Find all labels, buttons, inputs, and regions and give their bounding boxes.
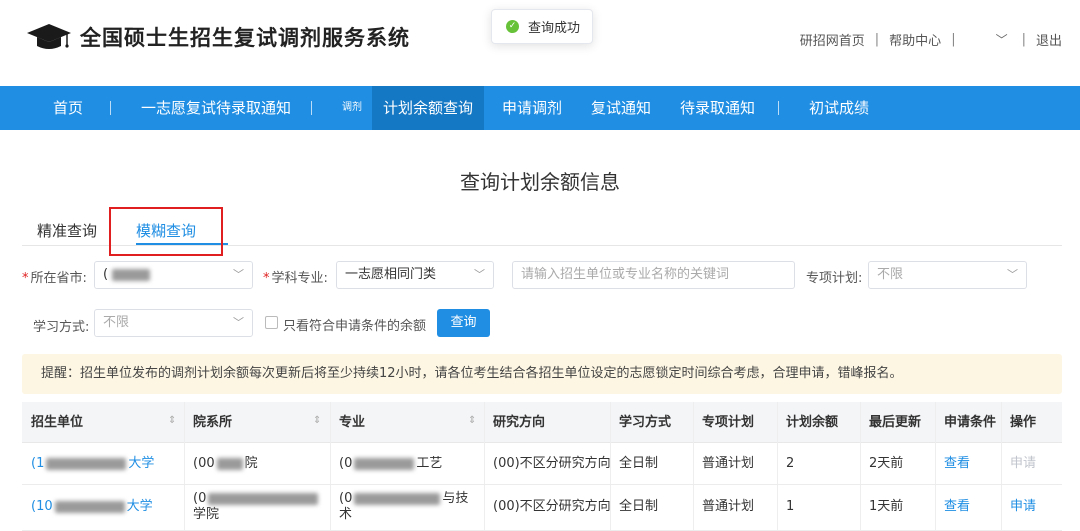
special-plan-cell: 普通计划 [702,499,755,514]
highlight-annotation [109,207,223,256]
updated-cell: 1天前 [869,499,904,514]
header-special-plan: 专项计划 [702,415,755,430]
nav-separator [778,101,779,115]
chevron-down-icon: ﹀ [233,316,244,329]
direction-cell: (00)不区分研究方向 [493,456,611,471]
apply-button[interactable]: 申请 [1010,499,1036,515]
table-header: 招生单位 ⇕ 院系所 ⇕ 专业 ⇕ 研究方向 学习方式 专项计划 计划余额 最后… [22,402,1062,443]
link-separator: | [951,32,956,47]
header-study-mode: 学习方式 [619,415,672,430]
help-link[interactable]: 帮助中心 [889,30,941,49]
link-separator: | [1021,32,1026,47]
chevron-down-icon[interactable]: ﹀ [996,31,1008,48]
major-cell: (0 与技 术 [339,491,469,522]
nav-separator [311,101,312,115]
redacted-text [112,268,151,281]
province-label: * 所在省市: [22,271,87,286]
view-conditions-link[interactable]: 查看 [944,499,970,515]
unit-link[interactable]: (10 大学 [31,499,153,515]
province-value: ( [103,267,109,282]
keyword-input[interactable]: 请输入招生单位或专业名称的关键词 [512,261,795,289]
top-links: 研招网首页 | 帮助中心 | ﹀ | 退出 [800,30,1062,49]
keyword-placeholder: 请输入招生单位或专业名称的关键词 [521,267,730,282]
header-last-updated: 最后更新 [869,415,922,430]
remaining-cell: 1 [786,499,795,514]
study-mode-cell: 全日制 [619,456,659,471]
special-plan-value: 不限 [877,267,904,282]
subject-label: * 学科专业: [263,271,328,286]
view-conditions-link[interactable]: 查看 [944,456,970,472]
sort-icon[interactable]: ⇕ [168,415,176,426]
page-title: 查询计划余额信息 [460,170,620,194]
subject-value: 一志愿相同门类 [345,267,437,282]
header: 全国硕士生招生复试调剂服务系统 ✓ 查询成功 研招网首页 | 帮助中心 | ﹀ … [0,0,1080,86]
subject-select[interactable]: 一志愿相同门类 ﹀ [336,261,494,289]
special-plan-cell: 普通计划 [702,456,755,471]
header-dept[interactable]: 院系所 [193,402,232,443]
eligible-only-label: 只看符合申请条件的余额 [283,319,427,334]
sort-icon[interactable]: ⇕ [468,415,476,426]
nav-item-home[interactable]: 首页 [53,86,83,130]
study-mode-label: 学习方式: [33,320,90,335]
toast-message: 查询成功 [528,21,581,36]
nav-item-initial-score[interactable]: 初试成绩 [809,86,869,130]
home-link[interactable]: 研招网首页 [800,30,865,49]
link-separator: | [874,32,880,47]
table-row: (10 大学 (0 学院 (0 与技 术 (00)不区分研究方向 全日制 普通计划 … [22,486,1062,531]
study-mode-cell: 全日制 [619,499,659,514]
study-mode-select[interactable]: 不限 ﹀ [94,309,253,337]
success-toast: ✓ 查询成功 [491,9,593,44]
logout-link[interactable]: 退出 [1036,30,1062,49]
nav-item-admission-notice[interactable]: 待录取通知 [680,86,755,130]
remaining-cell: 2 [786,456,795,471]
chevron-down-icon: ﹀ [1007,268,1018,281]
study-mode-value: 不限 [103,315,130,330]
nav-item-plan-balance[interactable]: 计划余额查询 [372,86,484,130]
site-title: 全国硕士生招生复试调剂服务系统 [80,26,410,50]
header-direction: 研究方向 [493,415,546,430]
tab-exact-query[interactable]: 精准查询 [37,220,97,241]
header-major[interactable]: 专业 [339,402,365,443]
province-select[interactable]: ( ﹀ [94,261,253,289]
header-remaining: 计划余额 [786,415,839,430]
major-cell: (0 工艺 [339,456,443,471]
nav-separator [110,101,111,115]
special-plan-select[interactable]: 不限 ﹀ [868,261,1027,289]
header-conditions: 申请条件 [944,415,997,430]
updated-cell: 2天前 [869,456,904,471]
dept-cell: (00 院 [193,456,258,471]
eligible-only-checkbox[interactable] [265,316,278,329]
nav-item-first-choice-notice[interactable]: 一志愿复试待录取通知 [141,86,291,130]
header-unit[interactable]: 招生单位 [31,402,83,443]
direction-cell: (00)不区分研究方向 [493,499,611,514]
check-circle-icon: ✓ [506,20,519,33]
dept-cell: (0 学院 [193,491,320,523]
chevron-down-icon: ﹀ [233,268,244,281]
chevron-down-icon: ﹀ [474,268,485,281]
table-row: (1 大学 (00 院 (0 工艺 (00)不区分研究方向 全日制 普通计划 2 2天… [22,443,1062,485]
main-nav: 首页 一志愿复试待录取通知 调剂 计划余额查询 申请调剂 复试通知 待录取通知 … [0,86,1080,130]
graduation-cap-icon [27,24,71,49]
header-action: 操作 [1010,415,1037,430]
special-plan-label: 专项计划: [806,271,863,286]
notice-banner: 提醒：招生单位发布的调剂计划余额每次更新后将至少持续12小时，请各位考生结合各招… [22,354,1062,394]
nav-item-adjust[interactable]: 调剂 [342,86,362,130]
unit-link[interactable]: (1 大学 [31,456,154,472]
nav-item-apply-adjust[interactable]: 申请调剂 [502,86,562,130]
nav-item-retest-notice[interactable]: 复试通知 [591,86,651,130]
sort-icon[interactable]: ⇕ [313,415,321,426]
apply-button-disabled: 申请 [1010,456,1037,471]
query-button[interactable]: 查询 [437,309,490,337]
